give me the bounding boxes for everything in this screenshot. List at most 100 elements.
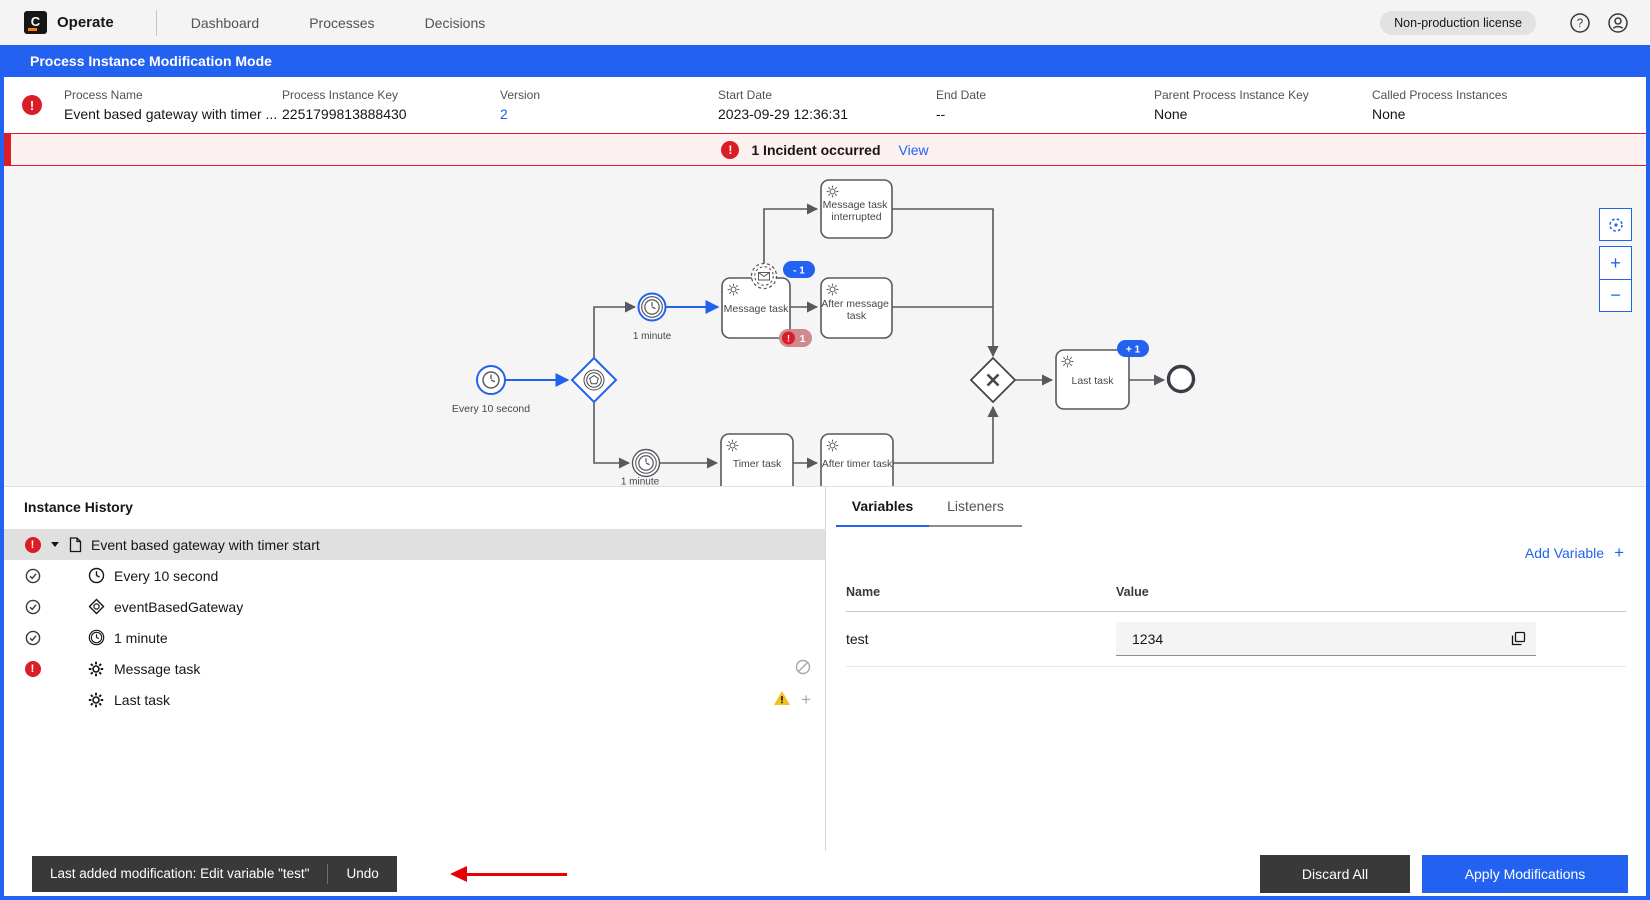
timer-event-1-minute-bottom[interactable]: 1 minute bbox=[621, 450, 660, 487]
last-modification-text: Last added modification: Edit variable "… bbox=[50, 866, 309, 881]
license-badge[interactable]: Non-production license bbox=[1380, 11, 1536, 35]
history-row-root[interactable]: ! Event based gateway with timer start bbox=[4, 529, 825, 560]
history-row-last-task[interactable]: Last task + bbox=[4, 684, 825, 715]
meta-process-instance-key: Process Instance Key 2251799813888430 bbox=[282, 88, 500, 122]
history-row-label: 1 minute bbox=[114, 630, 811, 646]
diagram-controls: + − bbox=[1599, 208, 1632, 312]
diagram-zoom-out-button[interactable]: − bbox=[1599, 279, 1632, 312]
diagram-reset-view-button[interactable] bbox=[1599, 208, 1632, 241]
plus-icon: + bbox=[1614, 543, 1624, 563]
discard-all-button[interactable]: Discard All bbox=[1260, 855, 1410, 893]
service-task-icon bbox=[87, 661, 105, 677]
bpmn-canvas[interactable]: Every 10 second 1 minute bbox=[4, 166, 1646, 486]
task-message-task[interactable]: Message task bbox=[722, 278, 790, 338]
incident-state-icon: ! bbox=[22, 95, 42, 115]
version-link[interactable]: 2 bbox=[500, 106, 718, 122]
svg-text:1: 1 bbox=[800, 333, 806, 345]
timer-top-label: 1 minute bbox=[633, 331, 672, 342]
completed-state-icon bbox=[24, 599, 41, 615]
start-event-every-10-second[interactable]: Every 10 second bbox=[452, 366, 530, 415]
toast-divider bbox=[327, 864, 328, 884]
svg-text:+ 1: + 1 bbox=[1126, 345, 1141, 356]
add-token-icon[interactable]: + bbox=[801, 691, 811, 708]
variable-name: test bbox=[846, 631, 1116, 647]
tab-listeners[interactable]: Listeners bbox=[929, 487, 1022, 527]
timer-intermediate-event-icon bbox=[87, 629, 105, 646]
chevron-down-icon[interactable] bbox=[50, 541, 60, 548]
boundary-message-event[interactable] bbox=[752, 264, 777, 289]
last-modification-toast: Last added modification: Edit variable "… bbox=[32, 856, 397, 892]
apply-modifications-button[interactable]: Apply Modifications bbox=[1422, 855, 1628, 893]
svg-text:Message task inter: Message task interrupted bbox=[823, 199, 891, 223]
task-timer-task[interactable]: Timer task bbox=[721, 434, 793, 486]
nav-divider bbox=[156, 10, 157, 36]
history-row-label: Message task bbox=[114, 661, 795, 677]
end-event[interactable] bbox=[1169, 367, 1194, 392]
warning-icon bbox=[773, 690, 791, 709]
timer-task-label: Timer task bbox=[733, 458, 782, 470]
meta-version: Version 2 bbox=[500, 88, 718, 122]
panel-tabs: Variables Listeners bbox=[826, 487, 1646, 527]
history-row-every-10-second[interactable]: Every 10 second bbox=[4, 560, 825, 591]
bpmn-diagram[interactable]: Every 10 second 1 minute bbox=[4, 166, 1646, 486]
incident-state-icon: ! bbox=[25, 661, 41, 677]
modification-mode-frame: Process Instance Modification Mode ! Pro… bbox=[0, 45, 1650, 900]
task-after-message-task[interactable]: After message task bbox=[821, 278, 892, 338]
instance-history-panel: Instance History ! Event based gateway w… bbox=[4, 487, 826, 851]
incident-count-text: 1 Incident occurred bbox=[751, 142, 880, 158]
user-account-icon[interactable] bbox=[1606, 11, 1630, 35]
completed-state-icon bbox=[24, 568, 41, 584]
event-based-gateway-icon bbox=[87, 598, 105, 615]
history-row-label: Event based gateway with timer start bbox=[91, 537, 811, 553]
modification-footer: Last added modification: Edit variable "… bbox=[4, 851, 1646, 896]
column-header-name: Name bbox=[846, 585, 1116, 599]
history-row-event-based-gateway[interactable]: eventBasedGateway bbox=[4, 591, 825, 622]
nav-item-decisions[interactable]: Decisions bbox=[425, 15, 486, 31]
task-last-task[interactable]: Last task bbox=[1056, 350, 1129, 409]
task-after-timer-task[interactable]: After timer task bbox=[821, 434, 893, 486]
bottom-panels: Instance History ! Event based gateway w… bbox=[4, 486, 1646, 851]
copy-icon[interactable] bbox=[1511, 631, 1526, 646]
message-task-label: Message task bbox=[724, 303, 790, 315]
add-token-badge: + 1 bbox=[1117, 340, 1149, 357]
svg-text:!: ! bbox=[787, 333, 790, 343]
diagram-zoom-in-button[interactable]: + bbox=[1599, 246, 1632, 279]
tab-variables[interactable]: Variables bbox=[836, 487, 929, 527]
history-row-message-task[interactable]: ! Message task bbox=[4, 653, 825, 684]
incident-state-icon: ! bbox=[25, 537, 41, 553]
exclusive-gateway[interactable] bbox=[971, 358, 1015, 402]
variable-row: test 1234 bbox=[846, 612, 1626, 667]
incident-banner-accent bbox=[4, 134, 11, 165]
process-document-icon bbox=[69, 537, 82, 553]
event-based-gateway[interactable] bbox=[572, 358, 616, 402]
meta-parent-process-instance-key: Parent Process Instance Key None bbox=[1154, 88, 1372, 122]
add-variable-button[interactable]: Add Variable + bbox=[1525, 543, 1624, 563]
app-title: Operate bbox=[57, 14, 114, 31]
timer-event-1-minute-top[interactable]: 1 minute bbox=[633, 294, 672, 343]
history-row-1-minute[interactable]: 1 minute bbox=[4, 622, 825, 653]
variable-value-input[interactable]: 1234 bbox=[1116, 622, 1536, 656]
meta-start-date: Start Date 2023-09-29 12:36:31 bbox=[718, 88, 936, 122]
modification-mode-banner: Process Instance Modification Mode bbox=[4, 45, 1646, 77]
svg-text:- 1: - 1 bbox=[793, 266, 805, 277]
nav-item-dashboard[interactable]: Dashboard bbox=[191, 15, 260, 31]
logo-letter: C bbox=[31, 15, 40, 28]
help-icon[interactable]: ? bbox=[1568, 11, 1592, 35]
logo-orange-mark bbox=[28, 28, 37, 31]
instance-metadata-bar: ! Process Name Event based gateway with … bbox=[4, 77, 1646, 133]
start-event-label: Every 10 second bbox=[452, 403, 530, 415]
instance-history-title: Instance History bbox=[4, 499, 825, 529]
task-message-task-interrupted[interactable]: Message task interrupted bbox=[821, 180, 892, 238]
cancel-token-badge: - 1 bbox=[783, 261, 815, 278]
incident-view-link[interactable]: View bbox=[899, 142, 929, 158]
top-navigation: C Operate Dashboard Processes Decisions … bbox=[0, 0, 1650, 45]
variables-table: Name Value test 1234 bbox=[826, 585, 1646, 667]
variables-panel: Variables Listeners Add Variable + Name … bbox=[826, 487, 1646, 851]
incident-banner: ! 1 Incident occurred View bbox=[4, 133, 1646, 166]
nav-item-processes[interactable]: Processes bbox=[309, 15, 374, 31]
camunda-logo[interactable]: C bbox=[24, 11, 47, 34]
undo-button[interactable]: Undo bbox=[346, 866, 378, 881]
history-row-label: Every 10 second bbox=[114, 568, 811, 584]
operate-app: C Operate Dashboard Processes Decisions … bbox=[0, 0, 1650, 900]
service-task-icon bbox=[87, 692, 105, 708]
